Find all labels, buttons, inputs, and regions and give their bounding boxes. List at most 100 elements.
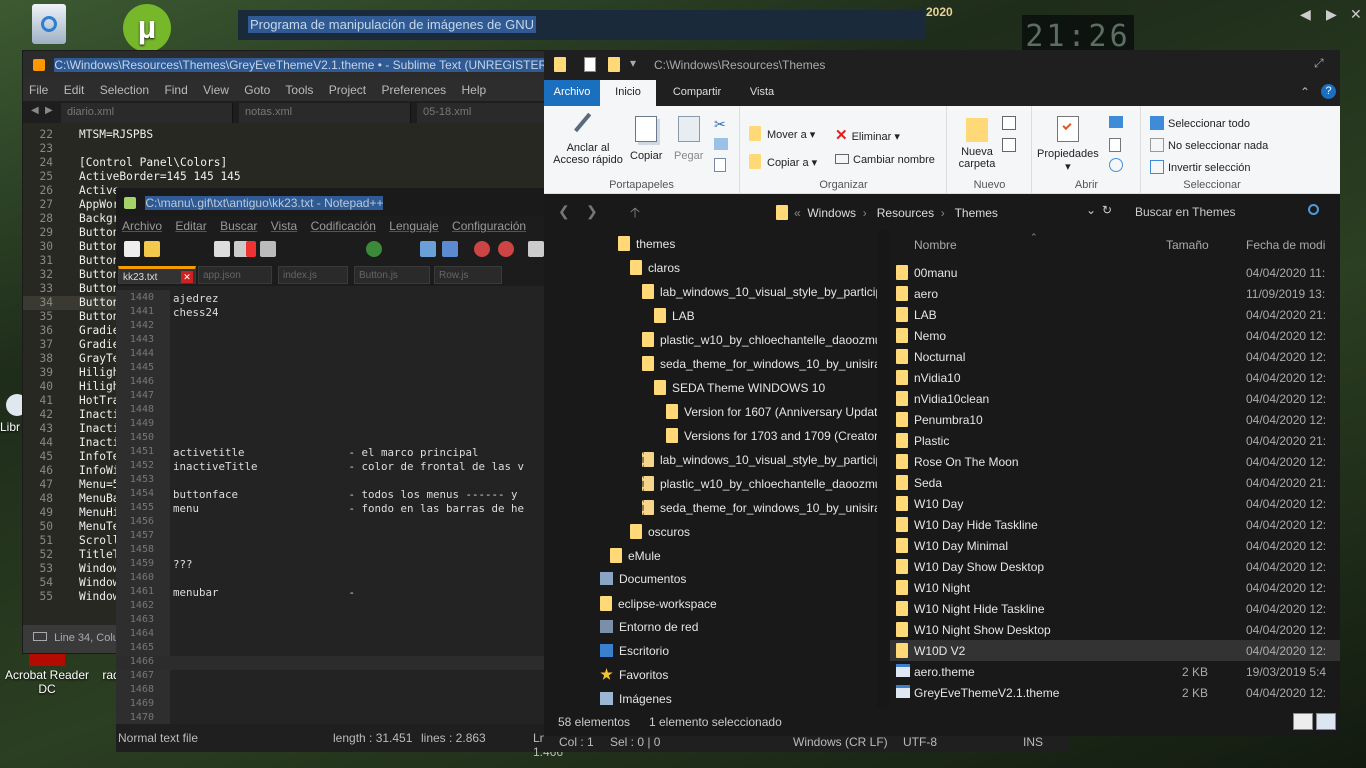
- tree-item[interactable]: claros: [630, 256, 680, 278]
- file-row[interactable]: W10 Night Show Desktop 04/04/2020 12:: [890, 619, 1340, 640]
- copy-button[interactable]: Copiar: [630, 116, 662, 162]
- notepadpp-window[interactable]: C:\manu\.gif\txt\antiguo\kk23.txt - Note…: [116, 188, 563, 759]
- breadcrumb-item[interactable]: Themes: [955, 206, 998, 220]
- navigation-pane[interactable]: themes claros lab_windows_10_visual_style_…: [544, 230, 877, 708]
- delete-button[interactable]: ✕ Eliminar ▾: [835, 126, 900, 144]
- close-file-icon[interactable]: [246, 241, 256, 257]
- open-file-icon[interactable]: [144, 241, 160, 257]
- copy-path-icon[interactable]: [714, 138, 728, 150]
- copy-to-button[interactable]: Copiar a ▾: [749, 154, 817, 169]
- easy-access-icon[interactable]: [1002, 138, 1016, 152]
- close-tab-icon[interactable]: ✕: [181, 271, 193, 283]
- ribbon-tab-inicio[interactable]: Inicio: [600, 80, 656, 106]
- breadcrumb[interactable]: « Windows › Resources › Themes: [776, 205, 998, 220]
- file-row[interactable]: W10 Night 04/04/2020 12:: [890, 577, 1340, 598]
- tree-item[interactable]: lab_windows_10_visual_style_by_participa…: [642, 280, 877, 302]
- tree-item[interactable]: seda_theme_for_windows_10_by_unisira_d: [642, 352, 877, 374]
- rename-button[interactable]: Cambiar nombre: [835, 154, 935, 166]
- gimp-window-title[interactable]: Programa de manipulación de imágenes de …: [238, 10, 925, 40]
- print-icon[interactable]: [260, 241, 276, 257]
- invert-selection-button[interactable]: Invertir selección: [1150, 160, 1251, 174]
- file-row[interactable]: Penumbra10 04/04/2020 12:: [890, 409, 1340, 430]
- open-icon[interactable]: [1109, 116, 1123, 128]
- tree-item[interactable]: eclipse-workspace: [600, 592, 717, 614]
- npp-menu-configuracion[interactable]: Configuración: [452, 219, 526, 233]
- forward-icon[interactable]: ▶: [1326, 6, 1337, 23]
- tab-notas[interactable]: notas.xml: [239, 103, 411, 123]
- sublime-titlebar[interactable]: C:\Windows\Resources\Themes\GreyEveTheme…: [23, 51, 581, 79]
- npp-menu-lenguaje[interactable]: Lenguaje: [389, 219, 438, 233]
- tree-item[interactable]: Entorno de red: [600, 616, 698, 638]
- npp-menu-buscar[interactable]: Buscar: [220, 219, 257, 233]
- up-nav-icon[interactable]: 🡡: [630, 202, 640, 226]
- menu-view[interactable]: View: [203, 83, 229, 97]
- menu-help[interactable]: Help: [462, 83, 487, 97]
- npp-editor[interactable]: 1440 ajedrez 1441 chess24 1442 1443 1444 1445 14…: [116, 290, 546, 724]
- tree-item[interactable]: plastic_w10_by_chloechantelle_daoozmu.z: [642, 472, 877, 494]
- ribbon-tab-vista[interactable]: Vista: [740, 80, 784, 106]
- file-row[interactable]: W10 Day Show Desktop 04/04/2020 12:: [890, 556, 1340, 577]
- tree-item[interactable]: oscuros: [630, 520, 690, 542]
- quick-access-dropdown-icon[interactable]: ▾: [630, 56, 636, 70]
- file-row[interactable]: W10 Day 04/04/2020 12:: [890, 493, 1340, 514]
- file-row[interactable]: GreyEveThemeV2.1.theme 2 KB 04/04/2020 12:: [890, 682, 1340, 703]
- zoom-out-icon[interactable]: [498, 241, 514, 257]
- menu-project[interactable]: Project: [329, 83, 366, 97]
- address-dropdown-icon[interactable]: ⌄: [1086, 203, 1096, 217]
- history-icon[interactable]: [1109, 158, 1123, 172]
- column-tamano[interactable]: Tamaño: [1166, 238, 1209, 252]
- recycle-bin-icon[interactable]: [14, 4, 84, 46]
- explorer-window[interactable]: ▾ C:\Windows\Resources\Themes ⤢ Archivo …: [544, 50, 1340, 736]
- menu-tools[interactable]: Tools: [285, 83, 313, 97]
- large-icons-view-icon[interactable]: [1316, 713, 1336, 730]
- tree-item[interactable]: LAB: [654, 304, 695, 326]
- file-row[interactable]: Nocturnal 04/04/2020 12:: [890, 346, 1340, 367]
- help-icon[interactable]: ?: [1321, 84, 1336, 99]
- ribbon-tab-compartir[interactable]: Compartir: [662, 80, 732, 106]
- tree-item[interactable]: Versions for 1703 and 1709 (Creators & F: [666, 424, 877, 446]
- save-icon[interactable]: [214, 241, 230, 257]
- tab-scroll-right-icon[interactable]: ▶: [45, 105, 53, 116]
- npp-tab-active[interactable]: kk23.txt ✕: [118, 266, 196, 284]
- file-list[interactable]: Nombre ⌃ Tamaño Fecha de modi 00manu 04/0…: [890, 230, 1340, 708]
- npp-menu-archivo[interactable]: Archivo: [122, 219, 162, 233]
- file-row[interactable]: LAB 04/04/2020 21:: [890, 304, 1340, 325]
- npp-tab-index-js[interactable]: index.js: [278, 266, 348, 284]
- new-folder-quick-icon[interactable]: [608, 57, 620, 72]
- file-row[interactable]: Nemo 04/04/2020 12:: [890, 325, 1340, 346]
- menu-goto[interactable]: Goto: [244, 83, 270, 97]
- edit-icon[interactable]: [1109, 138, 1121, 152]
- tree-item[interactable]: lab_windows_10_visual_style_by_participa…: [642, 448, 877, 470]
- properties-quick-icon[interactable]: [584, 57, 596, 72]
- menu-file[interactable]: File: [29, 83, 48, 97]
- npp-tab-row-js[interactable]: Row.js: [434, 266, 502, 284]
- tree-item[interactable]: seda_theme_for_windows_10_by_unisira_d: [642, 496, 877, 518]
- file-row[interactable]: W10 Day Hide Taskline 04/04/2020 12:: [890, 514, 1340, 535]
- tree-scrollbar[interactable]: [877, 230, 889, 708]
- file-row[interactable]: 00manu 04/04/2020 11:: [890, 262, 1340, 283]
- ribbon-tab-archivo[interactable]: Archivo: [544, 80, 600, 106]
- select-all-button[interactable]: Seleccionar todo: [1150, 116, 1250, 130]
- refresh-icon[interactable]: ↻: [1102, 203, 1112, 217]
- new-item-icon[interactable]: [1002, 116, 1016, 130]
- sync-icon[interactable]: [528, 241, 544, 257]
- file-row[interactable]: aero 11/09/2019 13:: [890, 283, 1340, 304]
- paste-button[interactable]: Pegar: [674, 116, 703, 162]
- file-row[interactable]: aero.theme 2 KB 19/03/2019 5:4: [890, 661, 1340, 682]
- file-row[interactable]: W10D V2 04/04/2020 12:: [890, 640, 1340, 661]
- column-fecha[interactable]: Fecha de modi: [1246, 238, 1325, 252]
- npp-tab-app-json[interactable]: app.json: [198, 266, 272, 284]
- tree-item[interactable]: Documentos: [600, 568, 686, 590]
- find-icon[interactable]: [420, 241, 436, 257]
- column-nombre[interactable]: Nombre: [914, 238, 957, 252]
- tree-item[interactable]: plastic_w10_by_chloechantelle_daoozmu: [642, 328, 877, 350]
- new-file-icon[interactable]: [124, 241, 140, 257]
- expand-icon[interactable]: ⤢: [1314, 56, 1324, 71]
- acrobat-reader-icon[interactable]: Acrobat Reader DC: [4, 652, 90, 696]
- new-folder-button[interactable]: Nueva carpeta: [954, 118, 1000, 170]
- pin-quick-access-button[interactable]: Anclar al Acceso rápido: [550, 112, 626, 166]
- breadcrumb-item[interactable]: Windows: [807, 206, 856, 220]
- back-nav-icon[interactable]: ❮: [558, 203, 570, 220]
- file-row[interactable]: nVidia10 04/04/2020 12:: [890, 367, 1340, 388]
- tree-item[interactable]: Favoritos: [600, 664, 668, 686]
